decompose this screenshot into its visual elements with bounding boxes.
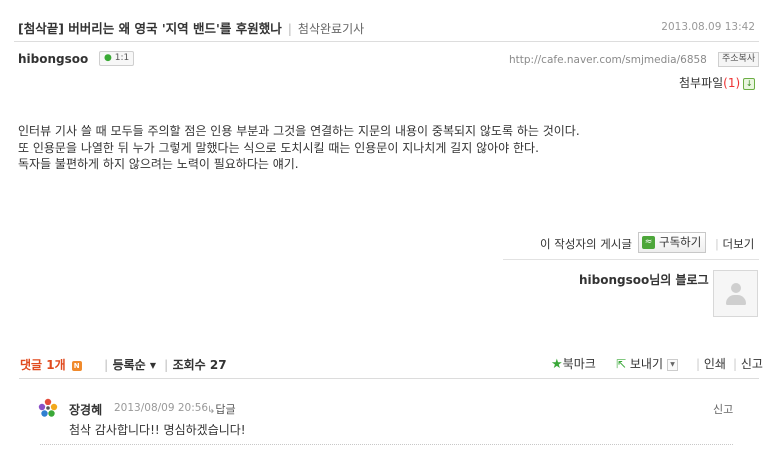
print-divider: | bbox=[696, 357, 704, 371]
report-divider: | bbox=[733, 357, 741, 371]
comment-divider bbox=[40, 444, 733, 445]
default-profile-icon[interactable] bbox=[713, 270, 758, 317]
report-button[interactable]: | 신고 bbox=[733, 355, 763, 372]
chat-label: 1:1 bbox=[114, 53, 130, 63]
header-divider bbox=[14, 41, 759, 42]
post-category-link[interactable]: 첨삭완료기사 bbox=[298, 22, 364, 36]
profile-head-shape bbox=[731, 283, 741, 293]
chat-button[interactable]: ● 1:1 bbox=[99, 51, 135, 66]
more-divider: | bbox=[715, 237, 723, 251]
flower-icon bbox=[38, 398, 58, 418]
comment-report-button[interactable]: 신고 bbox=[713, 401, 733, 417]
attach-label: 첨부파일 bbox=[679, 76, 724, 90]
bookmark-button[interactable]: ★북마크 bbox=[551, 355, 596, 372]
post-title-row: [첨삭끝] 버버리는 왜 영국 '지역 밴드'를 후원했나 | 첨삭완료기사 bbox=[18, 18, 364, 37]
attachments-button[interactable]: 첨부파일(1) ↓ bbox=[679, 74, 756, 91]
comment-author-link[interactable]: 장경혜 bbox=[69, 401, 102, 418]
star-icon: ★ bbox=[551, 357, 563, 372]
post-date: 2013.08.09 13:42 bbox=[661, 21, 755, 33]
more-label: 더보기 bbox=[722, 237, 755, 251]
post-url-link[interactable]: http://cafe.naver.com/smjmedia/6858 bbox=[509, 54, 707, 66]
chevron-down-icon: ▼ bbox=[149, 361, 157, 370]
author-box-divider bbox=[503, 259, 759, 260]
order-divider: | bbox=[104, 358, 113, 372]
more-link[interactable]: | 더보기 bbox=[715, 236, 754, 252]
body-line: 인터뷰 기사 쓸 때 모두들 주의할 점은 인용 부분과 그것을 연결하는 지문… bbox=[18, 124, 580, 138]
rss-icon: ≈ bbox=[642, 236, 655, 249]
print-label: 인쇄 bbox=[703, 357, 726, 371]
comment-reply-button[interactable]: ↳답글 bbox=[207, 401, 236, 417]
send-button[interactable]: ⇱ 보내기 ▼ bbox=[616, 355, 679, 372]
share-arrow-icon: ⇱ bbox=[616, 357, 627, 371]
subscribe-label: 구독하기 bbox=[659, 235, 702, 249]
comment-text: 첨삭 감사합니다!! 명심하겠습니다! bbox=[69, 423, 246, 437]
bookmark-label: 북마크 bbox=[562, 357, 596, 371]
print-button[interactable]: | 인쇄 bbox=[696, 355, 726, 372]
reply-count-toggle[interactable]: 댓글 1개 N bbox=[20, 356, 82, 373]
views-divider: | bbox=[164, 358, 173, 372]
speech-bubble-icon: ● bbox=[104, 53, 112, 63]
body-line: 독자들 불편하게 하지 않으려는 노력이 필요하다는 얘기. bbox=[18, 157, 299, 171]
title-divider: | bbox=[287, 21, 292, 36]
body-line: 또 인용문을 나열한 뒤 누가 그렇게 말했다는 식으로 도치시킬 때는 인용문… bbox=[18, 140, 539, 155]
profile-body-shape bbox=[726, 295, 746, 305]
subscribe-button[interactable]: ≈ 구독하기 bbox=[638, 232, 707, 253]
comment-date: 2013/08/09 20:56 bbox=[114, 402, 209, 414]
post-author-link[interactable]: hibongsoo bbox=[18, 52, 88, 66]
view-count-label: 조회수 27 bbox=[172, 358, 227, 372]
blog-title-link[interactable]: hibongsoo님의 블로그 bbox=[579, 271, 709, 288]
copy-url-button[interactable]: 주소복사 bbox=[718, 52, 760, 67]
comment-reply-label: 답글 bbox=[215, 403, 236, 416]
report-label: 신고 bbox=[740, 357, 763, 371]
download-arrow-icon: ↓ bbox=[743, 77, 756, 90]
new-badge-icon: N bbox=[71, 360, 82, 371]
reply-count-label: 댓글 1개 bbox=[20, 358, 66, 372]
sort-order-label: 등록순 bbox=[112, 358, 146, 372]
post-title: [첨삭끝] 버버리는 왜 영국 '지역 밴드'를 후원했나 bbox=[18, 21, 282, 36]
author-posts-label[interactable]: 이 작성자의 게시글 bbox=[540, 236, 632, 252]
post-body: 인터뷰 기사 쓸 때 모두들 주의할 점은 인용 부분과 그것을 연결하는 지문… bbox=[18, 123, 580, 173]
send-label: 보내기 bbox=[629, 357, 664, 371]
attach-count: (1) bbox=[723, 76, 741, 90]
sort-order-dropdown[interactable]: | 등록순 ▼ bbox=[104, 356, 156, 373]
send-options-chevron-icon[interactable]: ▼ bbox=[667, 358, 679, 371]
view-count: | 조회수 27 bbox=[164, 356, 227, 373]
comments-divider bbox=[19, 378, 759, 379]
